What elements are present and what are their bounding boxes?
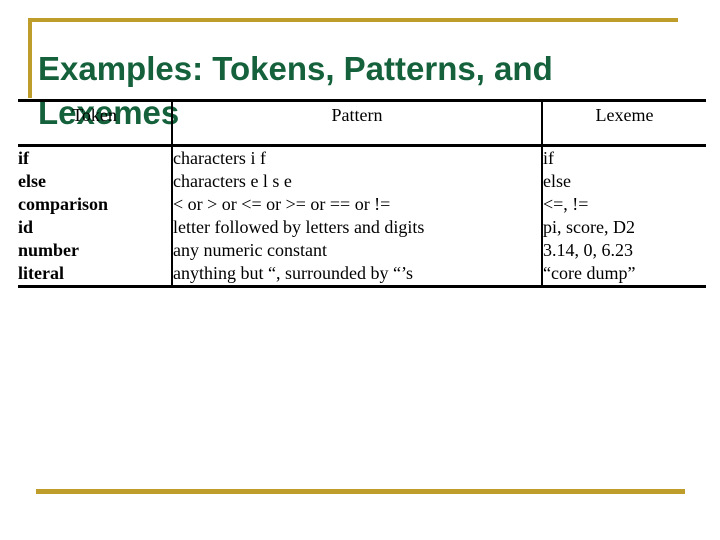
cell-lexeme: 3.14, 0, 6.23 [543,240,633,260]
column-header-pattern: Pattern [171,100,543,146]
table-header: Token Pattern Lexeme [18,100,706,146]
cell-lexeme: else [543,171,571,191]
column-header-token: Token [72,105,117,125]
cell-pattern: any numeric constant [171,239,543,262]
table-header-row: Token Pattern Lexeme [18,100,706,146]
left-accent-rule [28,18,32,98]
column-header-lexeme: Lexeme [595,105,654,125]
table-body: if characters i f if else characters e l… [18,145,706,287]
cell-pattern: < or > or <= or >= or == or != [171,193,543,216]
cell-lexeme: if [543,148,554,168]
cell-lexeme: “core dump” [543,263,636,283]
table-row: comparison < or > or <= or >= or == or !… [18,193,706,216]
table-row: number any numeric constant 3.14, 0, 6.2… [18,239,706,262]
bottom-accent-rule [36,489,685,494]
cell-token: literal [18,263,64,283]
table-row: id letter followed by letters and digits… [18,216,706,239]
table-row: if characters i f if [18,145,706,170]
table-row: literal anything but “, surrounded by “’… [18,262,706,287]
cell-token: else [18,171,46,191]
cell-lexeme: pi, score, D2 [543,217,635,237]
cell-lexeme: <=, != [543,194,589,214]
table-row: else characters e l s e else [18,170,706,193]
cell-token: comparison [18,194,108,214]
top-accent-rule [28,18,678,22]
tokens-patterns-lexemes-table: Token Pattern Lexeme if characters i f i… [18,99,706,288]
cell-pattern: letter followed by letters and digits [171,216,543,239]
cell-pattern: characters i f [171,145,543,170]
cell-token: id [18,217,34,237]
cell-pattern: anything but “, surrounded by “’s [171,262,543,287]
cell-pattern: characters e l s e [171,170,543,193]
cell-token: number [18,240,80,260]
cell-token: if [18,148,29,168]
